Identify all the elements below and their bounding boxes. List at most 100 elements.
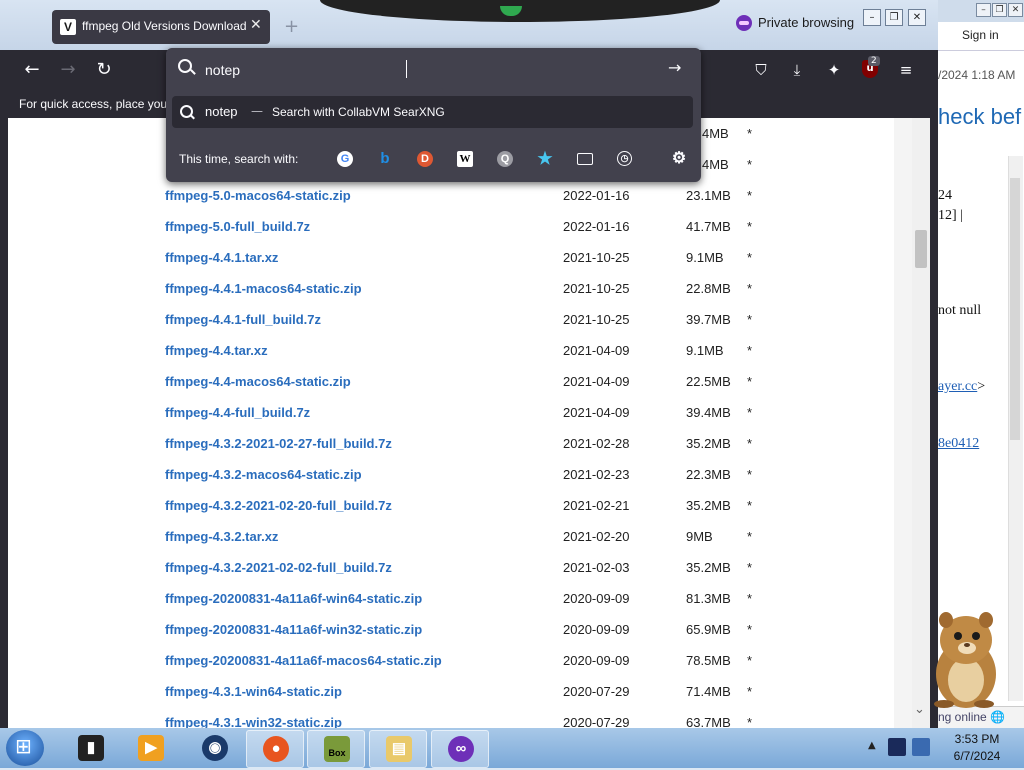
taskbar-app-box[interactable]: Box	[307, 730, 365, 768]
taskbar-app-private[interactable]: ∞	[431, 730, 489, 768]
url-dropdown: → notep — Search with CollabVM SearXNG T…	[166, 48, 701, 182]
taskbar-app[interactable]: ◉	[186, 730, 242, 766]
file-star: *	[747, 622, 753, 637]
file-download-link[interactable]: ffmpeg-4.3.2-2021-02-27-full_build.7z	[165, 436, 392, 451]
hamster-mascot-image	[934, 612, 996, 708]
file-download-link[interactable]: ffmpeg-4.3.2-macos64-static.zip	[165, 467, 362, 482]
taskbar-app[interactable]: ▶	[122, 730, 178, 766]
taskbar-app[interactable]: ▮	[62, 730, 118, 766]
restore-icon[interactable]: ❐	[992, 3, 1007, 17]
downloads-icon[interactable]: ⤓	[785, 58, 809, 82]
link-text[interactable]: ayer.cc	[938, 379, 977, 394]
file-download-link[interactable]: ffmpeg-4.3.1-win32-static.zip	[165, 715, 342, 728]
file-star: *	[747, 498, 753, 513]
page-link[interactable]: 8e0412	[938, 436, 979, 452]
file-size: 35.2MB	[686, 436, 731, 451]
file-download-link[interactable]: ffmpeg-4.3.2.tar.xz	[165, 529, 278, 544]
body-text: not null	[938, 303, 982, 318]
file-download-link[interactable]: ffmpeg-4.4-full_build.7z	[165, 405, 310, 420]
file-date: 2021-02-20	[563, 529, 630, 544]
network-icon[interactable]	[912, 738, 930, 756]
start-button[interactable]	[6, 730, 44, 766]
hamburger-menu-icon[interactable]: ≡	[894, 58, 918, 82]
file-size: 65.9MB	[686, 622, 731, 637]
settings-gear-icon[interactable]: ⚙	[671, 151, 687, 167]
file-download-link[interactable]: ffmpeg-4.3.2-2021-02-02-full_build.7z	[165, 560, 392, 575]
divider	[938, 50, 1024, 51]
file-download-link[interactable]: ffmpeg-4.4.1-full_build.7z	[165, 312, 321, 327]
file-row: ffmpeg-4.3.1-win32-static.zip 2020-07-29 6…	[8, 707, 888, 728]
go-arrow-icon[interactable]: →	[668, 58, 681, 77]
taskbar-app-firefox[interactable]: ●	[246, 730, 304, 768]
minimize-icon[interactable]: –	[976, 3, 991, 17]
globe-app-icon: ◉	[202, 735, 228, 761]
display-icon[interactable]	[888, 738, 906, 756]
sign-in-link[interactable]: Sign in	[962, 28, 999, 42]
file-row: ffmpeg-4.4-full_build.7z 2021-04-09 39.4MB…	[8, 397, 888, 428]
bookmarks-hint-text: For quick access, place your	[19, 97, 172, 111]
duckduckgo-icon[interactable]: D	[417, 151, 433, 167]
timestamp-text: /2024 1:18 AM	[938, 68, 1016, 82]
minimize-icon[interactable]: –	[863, 9, 881, 26]
file-star: *	[747, 591, 753, 606]
pocket-icon[interactable]: ⛉	[749, 58, 773, 82]
file-download-link[interactable]: ffmpeg-4.4.1.tar.xz	[165, 250, 278, 265]
file-star: *	[747, 312, 753, 327]
taskbar: ▮ ▶ ◉ ● Box ▤ ∞ ▲ 3:53 PM 6/7/2024	[0, 728, 1024, 768]
file-download-link[interactable]: ffmpeg-4.3.2-2021-02-20-full_build.7z	[165, 498, 392, 513]
page-link[interactable]: ayer.cc>	[938, 379, 985, 395]
file-download-link[interactable]: ffmpeg-5.0-full_build.7z	[165, 219, 310, 234]
file-size: 39.7MB	[686, 312, 731, 327]
active-tab[interactable]: V ffmpeg Old Versions Download ✕	[52, 10, 270, 44]
file-star: *	[747, 219, 753, 234]
searxng-icon[interactable]: Q	[497, 151, 513, 167]
file-size: 39.4MB	[686, 405, 731, 420]
file-download-link[interactable]: ffmpeg-5.0-macos64-static.zip	[165, 188, 351, 203]
file-date: 2021-02-23	[563, 467, 630, 482]
box-app-icon: Box	[324, 736, 350, 762]
search-suggestion[interactable]: notep — Search with CollabVM SearXNG	[172, 96, 693, 128]
url-input[interactable]	[205, 60, 645, 80]
taskbar-app-explorer[interactable]: ▤	[369, 730, 427, 768]
new-tab-button[interactable]: +	[284, 16, 299, 37]
link-suffix: >	[977, 379, 986, 394]
file-download-link[interactable]: ffmpeg-20200831-4a11a6f-win64-static.zip	[165, 591, 422, 606]
tabs-icon[interactable]	[577, 153, 593, 165]
scrollbar-thumb[interactable]	[1010, 178, 1020, 440]
file-star: *	[747, 529, 753, 544]
file-date: 2021-02-28	[563, 436, 630, 451]
page-right-margin	[894, 118, 912, 728]
tray-expand-icon[interactable]: ▲	[868, 740, 876, 751]
tab-close-icon[interactable]: ✕	[250, 17, 262, 33]
bookmarks-star-icon[interactable]: ★	[537, 150, 553, 167]
private-mask-icon: ∞	[448, 736, 474, 762]
file-download-link[interactable]: ffmpeg-20200831-4a11a6f-win32-static.zip	[165, 622, 422, 637]
file-star: *	[747, 250, 753, 265]
private-browsing-label: Private browsing	[758, 15, 855, 30]
forward-arrow-icon[interactable]: →	[56, 58, 80, 82]
history-icon[interactable]: ◷	[617, 151, 632, 166]
wikipedia-icon[interactable]: W	[457, 151, 473, 167]
file-download-link[interactable]: ffmpeg-4.4.1-macos64-static.zip	[165, 281, 362, 296]
file-date: 2020-09-09	[563, 653, 630, 668]
close-icon[interactable]: ✕	[908, 9, 926, 26]
close-icon[interactable]: ✕	[1008, 3, 1023, 17]
extensions-icon[interactable]: ✦	[822, 58, 846, 82]
file-size: 78.5MB	[686, 653, 731, 668]
file-download-link[interactable]: ffmpeg-4.3.1-win64-static.zip	[165, 684, 342, 699]
file-download-link[interactable]: ffmpeg-4.4-macos64-static.zip	[165, 374, 351, 389]
text-cursor	[406, 60, 407, 78]
taskbar-clock[interactable]: 3:53 PM 6/7/2024	[934, 731, 1020, 765]
file-row: ffmpeg-4.3.2-2021-02-20-full_build.7z 202…	[8, 490, 888, 521]
page-scrollbar-thumb[interactable]	[915, 230, 927, 268]
file-download-link[interactable]: ffmpeg-20200831-4a11a6f-macos64-static.z…	[165, 653, 442, 668]
file-date: 2020-09-09	[563, 622, 630, 637]
restore-icon[interactable]: ❐	[885, 9, 903, 26]
google-icon[interactable]: G	[337, 151, 353, 167]
file-star: *	[747, 436, 753, 451]
file-download-link[interactable]: ffmpeg-4.4.tar.xz	[165, 343, 268, 358]
reload-icon[interactable]: ↻	[92, 58, 116, 82]
bing-icon[interactable]: b	[377, 151, 393, 167]
back-arrow-icon[interactable]: ←	[20, 58, 44, 82]
page-content: 4MB * 4MB * ffmpeg-5.0-macos64-static.zip 202…	[8, 118, 930, 728]
